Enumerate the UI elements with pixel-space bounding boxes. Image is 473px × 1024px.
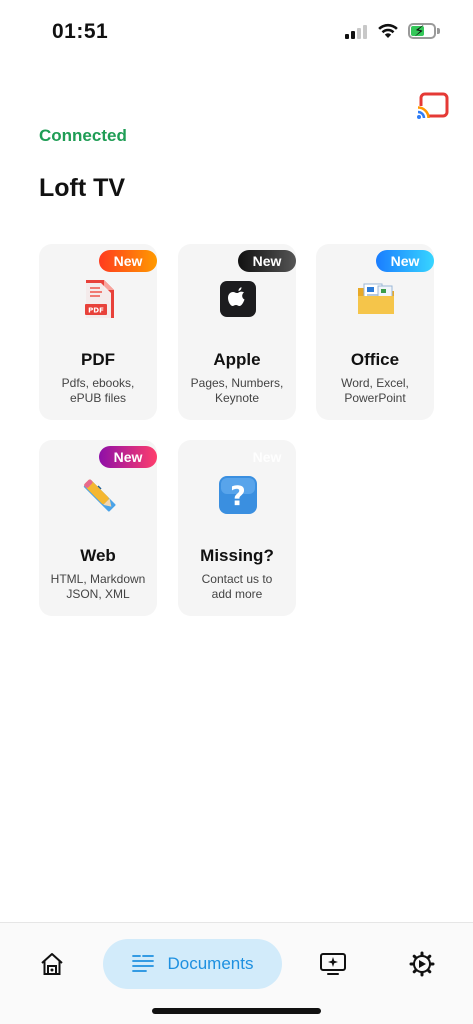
new-badge: New [238,250,296,272]
status-bar: 01:51 ⚡ [0,0,473,60]
category-title: Office [350,350,400,369]
cellular-signal-icon [345,24,367,39]
charging-bolt-icon: ⚡ [414,23,425,40]
wifi-icon [378,23,398,38]
category-subtitle: Pdfs, ebooks, ePUB files [61,376,135,405]
category-subtitle: Contact us to add more [201,572,273,601]
category-title: PDF [81,350,115,369]
category-title: Web [80,546,116,565]
device-name: Loft TV [39,174,126,202]
apple-logo-icon [220,281,256,317]
cast-icon[interactable] [414,92,450,122]
new-badge: New [99,446,157,468]
category-subtitle: HTML, Markdown JSON, XML [50,572,146,601]
svg-text:?: ? [230,481,246,512]
folder-documents-icon [358,283,394,314]
tab-home[interactable] [33,939,71,989]
gear-icon [409,951,435,977]
category-title: Missing? [200,546,274,565]
pdf-file-icon: PDF [83,280,114,318]
new-badge: New [99,250,157,272]
category-card-web[interactable]: New Web HTML, Markdown JSON, XML [39,440,157,616]
home-indicator [152,1008,321,1014]
battery-cap [437,28,440,34]
tab-documents-label: Documents [167,954,254,973]
category-card-office[interactable]: New Office Word, Excel, PowerPoint [316,244,434,420]
category-title: Apple [213,350,261,369]
svg-text:PDF: PDF [88,307,104,315]
question-mark-icon: ? [219,476,257,514]
category-subtitle: Pages, Numbers, Keynote [190,376,284,405]
tab-settings[interactable] [402,939,442,989]
category-card-missing[interactable]: New ? Missing? Contact us to add more [178,440,296,616]
screen-sparkle-icon [320,953,346,975]
category-card-pdf[interactable]: New PDF PDF Pdfs, ebooks, ePUB files [39,244,157,420]
home-icon [41,953,63,975]
new-badge: New [376,250,434,272]
tab-documents[interactable]: Documents [103,939,282,989]
status-time: 01:51 [52,20,109,43]
category-card-apple[interactable]: New Apple Pages, Numbers, Keynote [178,244,296,420]
category-subtitle: Word, Excel, PowerPoint [341,376,409,405]
documents-list-icon [131,955,154,972]
connection-status: Connected [39,126,127,145]
tab-screen-mirror[interactable] [313,939,353,989]
pencil-ruler-icon [83,479,116,512]
new-badge: New [252,449,282,465]
